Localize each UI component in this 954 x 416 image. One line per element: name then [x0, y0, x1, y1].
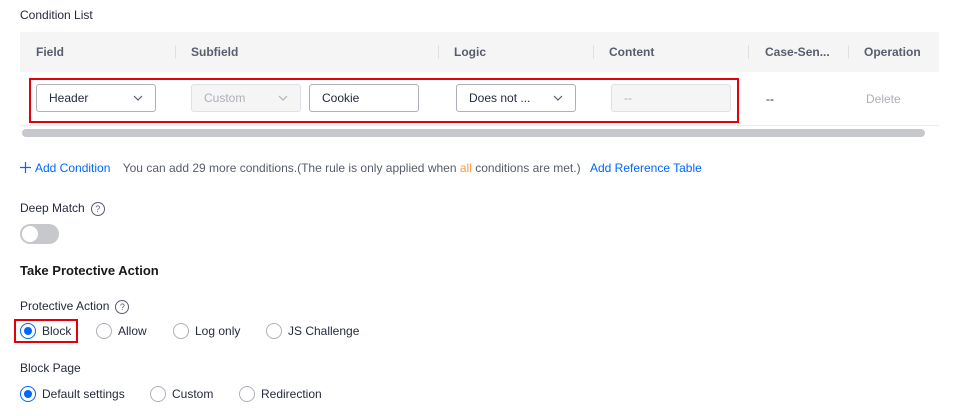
radio-icon: [20, 386, 36, 402]
radio-custom[interactable]: Custom: [150, 384, 213, 404]
column-header-content: Content: [609, 45, 655, 59]
radio-icon: [239, 386, 255, 402]
column-header-case-sensitive: Case-Sen...: [765, 45, 830, 59]
radio-js-challenge[interactable]: JS Challenge: [266, 321, 359, 341]
radio-label: Custom: [172, 387, 214, 401]
plus-icon: [20, 162, 31, 173]
radio-label: Default settings: [42, 387, 125, 401]
highlight-box-condition: [29, 78, 739, 123]
protective-action-heading: Take Protective Action: [20, 263, 159, 278]
table-horizontal-scrollbar[interactable]: [22, 129, 925, 137]
block-page-label: Block Page: [20, 361, 81, 375]
protective-action-row: Protective Action?: [20, 298, 130, 314]
toggle-knob: [22, 226, 38, 242]
help-icon[interactable]: ?: [115, 299, 130, 314]
radio-default-settings[interactable]: Default settings: [20, 384, 125, 404]
hint-emphasis: all: [459, 161, 472, 175]
protective-action-label: Protective Action: [20, 299, 110, 313]
add-condition-hint: You can add 29 more conditions.(The rule…: [123, 161, 581, 175]
deep-match-toggle[interactable]: [20, 224, 59, 244]
radio-allow[interactable]: Allow: [96, 321, 147, 341]
add-condition-bar: Add Condition You can add 29 more condit…: [20, 160, 702, 176]
radio-icon: [266, 323, 282, 339]
radio-icon: [96, 323, 112, 339]
add-condition-label: Add Condition: [35, 161, 111, 175]
column-separator: [848, 45, 849, 59]
radio-icon: [150, 386, 166, 402]
add-reference-table-link[interactable]: Add Reference Table: [590, 161, 702, 175]
column-header-operation: Operation: [864, 45, 921, 59]
column-header-subfield: Subfield: [191, 45, 239, 59]
deep-match-label: Deep Match: [20, 201, 85, 215]
hint-text: You can add 29 more conditions.(The rule…: [122, 161, 457, 175]
column-separator: [748, 45, 749, 59]
radio-label: Redirection: [261, 387, 322, 401]
column-header-logic: Logic: [454, 45, 486, 59]
hint-text-end: conditions are met.): [475, 161, 581, 175]
column-separator: [593, 45, 594, 59]
condition-list-label: Condition List: [20, 8, 93, 22]
column-header-field: Field: [36, 45, 65, 59]
help-icon[interactable]: ?: [90, 201, 105, 216]
radio-label: JS Challenge: [288, 324, 360, 338]
radio-label: Log only: [195, 324, 241, 338]
deep-match-row: Deep Match?: [20, 200, 105, 216]
column-separator: [438, 45, 439, 59]
radio-log-only[interactable]: Log only: [173, 321, 240, 341]
column-separator: [175, 45, 176, 59]
radio-label: Allow: [118, 324, 147, 338]
add-condition-button[interactable]: Add Condition: [20, 161, 114, 175]
radio-icon: [173, 323, 189, 339]
radio-redirection[interactable]: Redirection: [239, 384, 322, 404]
table-header: Field Subfield Logic Content Case-Sen...…: [20, 32, 939, 72]
delete-link[interactable]: Delete: [866, 72, 901, 126]
highlight-box-block: [14, 319, 78, 343]
case-sensitive-value: --: [766, 92, 774, 106]
